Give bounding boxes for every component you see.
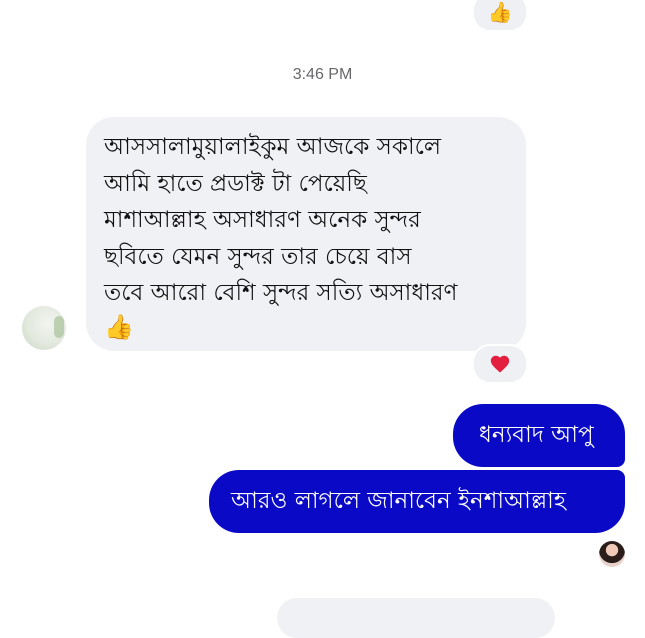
- incoming-message-bubble[interactable]: আসসালামুয়ালাইকুম আজকে সকালে আমি হাতে প্…: [86, 117, 526, 351]
- message-reaction[interactable]: [474, 346, 526, 382]
- previous-message-reaction[interactable]: 👍: [474, 0, 526, 30]
- seen-by-avatar: [599, 541, 625, 567]
- heart-icon: [490, 355, 510, 373]
- outgoing-message-text: ধন্যবাদ আপু: [479, 422, 594, 448]
- outgoing-message-text: আরও লাগলে জানাবেন ইনশাআল্লাহ: [231, 488, 566, 514]
- message-timestamp: 3:46 PM: [292, 66, 353, 83]
- contact-avatar[interactable]: [22, 306, 66, 350]
- message-line: আসসালামুয়ালাইকুম আজকে সকালে: [104, 134, 442, 160]
- outgoing-message-bubble[interactable]: আরও লাগলে জানাবেন ইনশাআল্লাহ: [209, 470, 625, 533]
- message-line: ছবিতে যেমন সুন্দর তার চেয়ে বাস: [104, 243, 412, 270]
- thumbs-up-icon: 👍: [104, 312, 134, 341]
- message-line: তবে আরো বেশি সুন্দর সত্যি অসাধারণ: [104, 280, 458, 306]
- message-line: আমি হাতে প্রডাক্ট টা পেয়েছি: [104, 170, 367, 197]
- outgoing-message-bubble[interactable]: ধন্যবাদ আপু: [453, 404, 625, 467]
- incoming-message-bubble[interactable]: [277, 598, 555, 638]
- thumbs-up-icon: 👍: [487, 0, 513, 24]
- message-line: মাশাআল্লাহ অসাধারণ অনেক সুন্দর: [104, 207, 421, 233]
